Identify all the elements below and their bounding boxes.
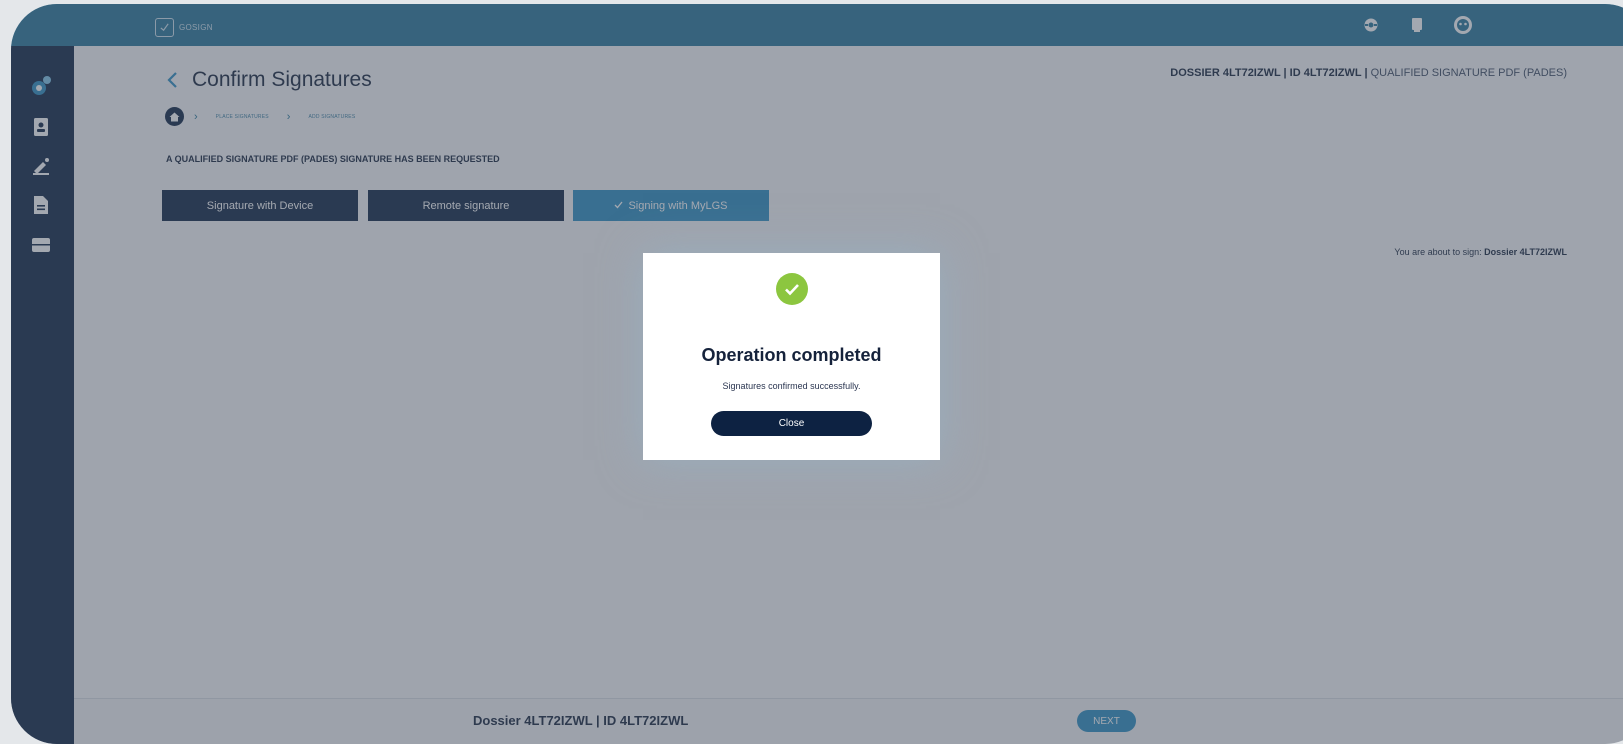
- operation-completed-dialog: Operation completed Signatures confirmed…: [643, 253, 940, 460]
- close-button[interactable]: Close: [711, 411, 872, 436]
- dialog-message: Signatures confirmed successfully.: [722, 381, 861, 391]
- success-check-icon: [776, 273, 808, 305]
- app-window: GOSIGN: [11, 4, 1623, 744]
- dialog-title: Operation completed: [701, 345, 882, 365]
